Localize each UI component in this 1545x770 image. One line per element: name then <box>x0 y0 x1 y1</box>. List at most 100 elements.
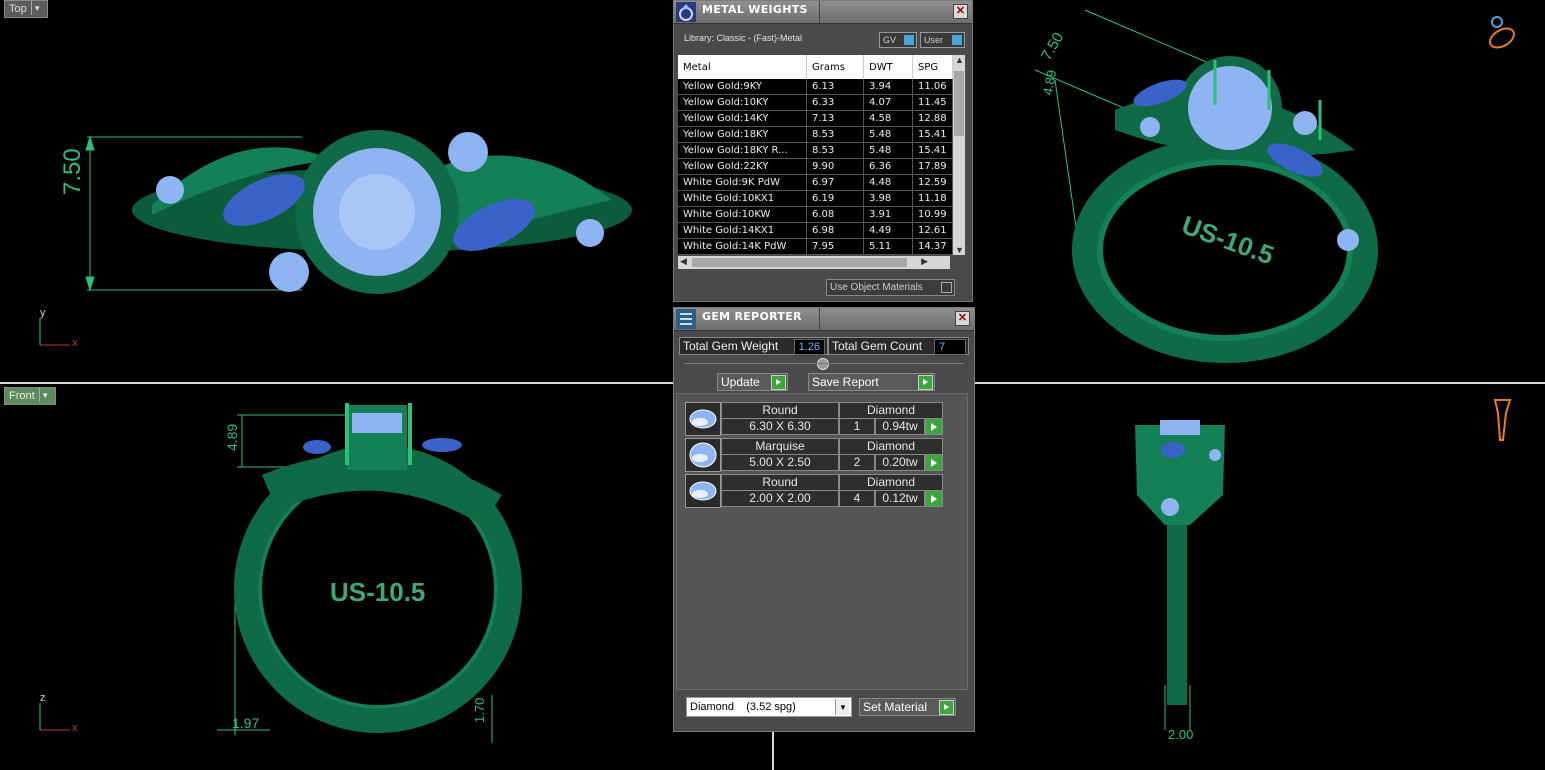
gem-material: Diamond <box>839 474 943 491</box>
gem-select-button[interactable] <box>925 454 943 471</box>
use-object-materials-toggle[interactable]: Use Object Materials <box>826 279 955 296</box>
gem-weight: 0.20tw <box>875 454 925 471</box>
gem-material: Diamond <box>839 438 943 455</box>
gem-material: Diamond <box>839 402 943 419</box>
gem-thumbnail-icon <box>685 438 721 472</box>
chevron-right-icon[interactable]: ▶ <box>921 256 928 267</box>
table-cell: 11.18 <box>912 190 953 207</box>
gem-reporter-title: GEM REPORTER <box>702 310 802 323</box>
table-cell: 10.99 <box>912 206 953 223</box>
table-cell: Yellow Gold:18KY R... <box>678 142 807 159</box>
table-cell: 5.48 <box>863 126 913 143</box>
viewport-front-tab[interactable]: Front ▼ <box>4 387 56 405</box>
table-row[interactable]: White Gold:14KX1 6.98 4.49 12.61 <box>678 222 953 239</box>
viewport-top[interactable]: Top ▼ 7.50 y x <box>2 0 673 381</box>
total-gem-weight-field: Total Gem Weight 1.26 <box>679 337 828 355</box>
set-material-button[interactable]: Set Material <box>859 698 956 716</box>
collapse-handle-icon[interactable] <box>817 358 829 370</box>
table-row[interactable]: White Gold:14K PdW 7.95 5.11 14.37 <box>678 238 953 255</box>
user-toggle[interactable]: User <box>920 32 965 48</box>
save-report-button[interactable]: Save Report <box>808 373 935 391</box>
table-cell: 15.41 <box>912 126 953 143</box>
chevron-down-icon[interactable]: ▼ <box>955 245 964 255</box>
table-cell: White Gold:10KX1 <box>678 190 807 207</box>
table-row[interactable]: Yellow Gold:22KY 9.90 6.36 17.89 <box>678 158 953 175</box>
viewport-right[interactable] <box>975 385 1545 730</box>
gem-size: 5.00 X 2.50 <box>721 454 839 471</box>
material-select[interactable]: Diamond (3.52 spg) ▼ <box>686 697 852 717</box>
table-row[interactable]: Yellow Gold:9KY 6.13 3.94 11.06 <box>678 79 953 95</box>
table-cell: 8.53 <box>806 126 864 143</box>
gem-size: 6.30 X 6.30 <box>721 418 839 435</box>
table-cell: 6.19 <box>806 190 864 207</box>
vertical-scrollbar[interactable]: ▲ ▼ <box>953 55 965 255</box>
table-cell: 5.11 <box>863 238 913 255</box>
table-row[interactable]: White Gold:10KX1 6.19 3.98 11.18 <box>678 190 953 207</box>
update-label: Update <box>721 375 760 389</box>
table-header-row: Metal Grams DWT SPG <box>678 55 953 79</box>
column-header[interactable]: SPG <box>912 55 953 79</box>
report-icon <box>676 309 696 329</box>
gem-select-button[interactable] <box>925 418 943 435</box>
gem-thumbnail-icon <box>685 402 721 436</box>
table-cell: 5.48 <box>863 142 913 159</box>
close-icon[interactable]: ✕ <box>953 4 968 19</box>
chevron-down-icon[interactable]: ▼ <box>30 1 43 15</box>
horizontal-scrollbar[interactable]: ◀ ▶ <box>678 256 950 269</box>
viewport-front[interactable]: Front ▼ 4.89 1.97 1.70 US-10.5 z x <box>2 385 673 768</box>
table-cell: 8.53 <box>806 142 864 159</box>
ring-icon <box>1489 16 1515 49</box>
table-cell: 6.97 <box>806 174 864 191</box>
set-material-label: Set Material <box>863 700 928 714</box>
total-gem-weight-label: Total Gem Weight <box>683 339 779 353</box>
table-cell: 6.33 <box>806 94 864 111</box>
play-icon <box>931 423 937 431</box>
column-header[interactable]: Grams <box>806 55 864 79</box>
table-cell: 14.37 <box>912 238 953 255</box>
play-icon <box>771 375 786 390</box>
gem-row[interactable]: Round Diamond 2.00 X 2.00 4 0.12tw <box>685 474 943 508</box>
gem-row[interactable]: Marquise Diamond 5.00 X 2.50 2 0.20tw <box>685 438 943 472</box>
chevron-down-icon[interactable]: ▼ <box>38 388 51 402</box>
front-dim-thickness: 1.70 <box>472 697 487 723</box>
gem-reporter-titlebar[interactable]: GEM REPORTER ✕ <box>674 308 974 331</box>
table-row[interactable]: White Gold:10KW 6.08 3.91 10.99 <box>678 206 953 223</box>
table-cell: 4.07 <box>863 94 913 111</box>
use-object-materials-label: Use Object Materials <box>830 282 923 293</box>
close-icon[interactable]: ✕ <box>955 311 970 326</box>
column-header[interactable]: DWT <box>863 55 913 79</box>
right-view-render <box>1135 399 1512 730</box>
axis-x-label: x <box>72 337 78 349</box>
table-row[interactable]: White Gold:9K PdW 6.97 4.48 12.59 <box>678 174 953 191</box>
table-row[interactable]: Yellow Gold:10KY 6.33 4.07 11.45 <box>678 94 953 111</box>
play-icon <box>939 700 954 715</box>
metal-weights-titlebar[interactable]: METAL WEIGHTS ✕ <box>674 1 972 24</box>
viewport-perspective[interactable]: 7.50 4.89 US-10.5 <box>975 0 1545 381</box>
gem-row[interactable]: Round Diamond 6.30 X 6.30 1 0.94tw <box>685 402 943 436</box>
chevron-up-icon[interactable]: ▲ <box>955 55 964 65</box>
gem-list: Round Diamond 6.30 X 6.30 1 0.94tw Marquise Di… <box>676 393 968 690</box>
pen-icon <box>1493 399 1512 441</box>
viewport-front-label: Front <box>9 390 35 402</box>
table-cell: Yellow Gold:10KY <box>678 94 807 111</box>
viewport-top-tab[interactable]: Top ▼ <box>4 0 48 18</box>
table-row[interactable]: Yellow Gold:14KY 7.13 4.58 12.88 <box>678 110 953 127</box>
metal-weights-panel: METAL WEIGHTS ✕ Library: Classic - (Fast… <box>673 0 973 302</box>
gv-toggle[interactable]: GV <box>879 32 917 48</box>
table-row[interactable]: Yellow Gold:18KY 8.53 5.48 15.41 <box>678 126 953 143</box>
table-cell: 11.06 <box>912 79 953 95</box>
metal-weights-title: METAL WEIGHTS <box>702 3 808 16</box>
table-cell: Yellow Gold:22KY <box>678 158 807 175</box>
chevron-down-icon[interactable]: ▼ <box>835 699 850 715</box>
table-cell: White Gold:14KX1 <box>678 222 807 239</box>
table-row[interactable]: Yellow Gold:18KY R... 8.53 5.48 15.41 <box>678 142 953 159</box>
chevron-left-icon[interactable]: ◀ <box>680 256 687 267</box>
gem-select-button[interactable] <box>925 490 943 507</box>
table-cell: 17.89 <box>912 158 953 175</box>
gem-thumbnail-icon <box>685 474 721 508</box>
play-icon <box>931 459 937 467</box>
column-header[interactable]: Metal <box>678 55 807 79</box>
table-cell: 3.91 <box>863 206 913 223</box>
update-button[interactable]: Update <box>717 373 788 391</box>
gem-weight: 0.12tw <box>875 490 925 507</box>
